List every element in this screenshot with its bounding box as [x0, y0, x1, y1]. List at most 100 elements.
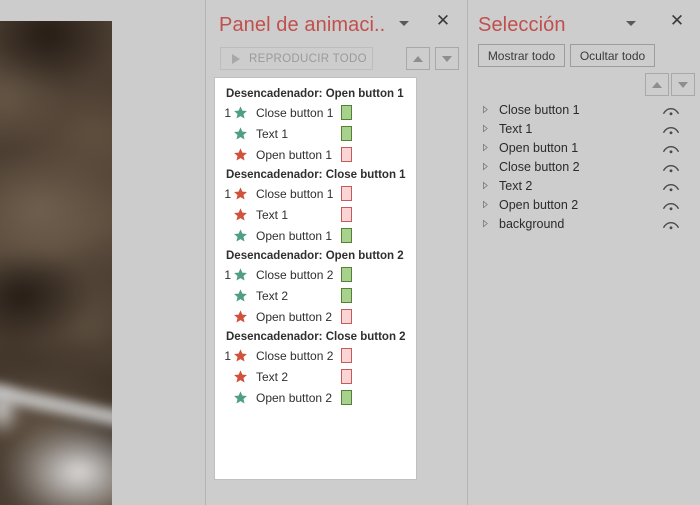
app-window: Panel de animaci.. ✕ REPRODUCIR TODO Des…	[0, 0, 700, 505]
animation-item-label: Open button 2	[256, 390, 333, 405]
selection-pane-title: Selección	[478, 14, 566, 36]
arrow-up-icon	[413, 55, 423, 62]
selection-list-item[interactable]: Open button 2	[468, 195, 700, 214]
animation-move-down-button[interactable]	[435, 47, 459, 70]
slide-background-photo	[0, 21, 112, 505]
expand-triangle-icon[interactable]	[482, 120, 491, 138]
chevron-down-icon[interactable]	[623, 15, 639, 31]
animation-order-number: 1	[224, 267, 231, 282]
play-all-label: REPRODUCIR TODO	[249, 52, 367, 65]
animation-row[interactable]: Text 1	[215, 123, 416, 144]
eye-visible-icon[interactable]	[662, 218, 680, 230]
animation-timeline-bar[interactable]	[341, 228, 352, 243]
animation-row[interactable]: Open button 2	[215, 387, 416, 408]
close-icon[interactable]: ✕	[668, 12, 686, 30]
animation-row[interactable]: 1 Close button 1	[215, 183, 416, 204]
entrance-star-icon	[233, 288, 249, 304]
selection-list-item[interactable]: background	[468, 214, 700, 233]
animation-timeline-bar[interactable]	[341, 207, 352, 222]
animation-move-up-button[interactable]	[406, 47, 430, 70]
entrance-star-icon	[233, 267, 249, 283]
animation-order-number: 1	[224, 105, 231, 120]
animation-row[interactable]: Open button 1	[215, 225, 416, 246]
show-all-button[interactable]: Mostrar todo	[478, 44, 565, 67]
selection-object-list: Close button 1 Text 1 Open button 1 Close b…	[468, 100, 700, 233]
slide-canvas-area	[0, 0, 205, 505]
exit-star-icon	[233, 147, 249, 163]
animation-timeline-bar[interactable]	[341, 126, 352, 141]
selection-item-label: Open button 1	[499, 140, 579, 155]
animation-timeline-bar[interactable]	[341, 147, 352, 162]
selection-item-label: Close button 2	[499, 159, 580, 174]
eye-visible-icon[interactable]	[662, 180, 680, 192]
expand-triangle-icon[interactable]	[482, 101, 491, 119]
eye-visible-icon[interactable]	[662, 161, 680, 173]
animation-timeline-bar[interactable]	[341, 309, 352, 324]
entrance-star-icon	[233, 105, 249, 121]
close-icon[interactable]: ✕	[434, 12, 452, 30]
eye-visible-icon[interactable]	[662, 123, 680, 135]
entrance-star-icon	[233, 390, 249, 406]
animation-item-label: Open button 2	[256, 309, 333, 324]
expand-triangle-icon[interactable]	[482, 158, 491, 176]
selection-list-item[interactable]: Open button 1	[468, 138, 700, 157]
animation-row[interactable]: Open button 1	[215, 144, 416, 165]
animation-item-label: Close button 2	[256, 267, 334, 282]
show-all-label: Mostrar todo	[487, 48, 556, 63]
animation-timeline-bar[interactable]	[341, 105, 352, 120]
entrance-star-icon	[233, 228, 249, 244]
exit-star-icon	[233, 348, 249, 364]
selection-item-label: Open button 2	[499, 197, 579, 212]
animation-item-label: Open button 1	[256, 147, 333, 162]
animation-row[interactable]: Text 1	[215, 204, 416, 225]
expand-triangle-icon[interactable]	[482, 177, 491, 195]
animation-timeline-bar[interactable]	[341, 348, 352, 363]
expand-triangle-icon[interactable]	[482, 215, 491, 233]
chevron-down-icon[interactable]	[396, 15, 412, 31]
animation-row[interactable]: Text 2	[215, 285, 416, 306]
animation-timeline-bar[interactable]	[341, 369, 352, 384]
animation-group-list: Desencadenador: Open button 1 1 Close butt…	[215, 78, 416, 408]
selection-item-label: Close button 1	[499, 102, 580, 117]
selection-list-item[interactable]: Close button 1	[468, 100, 700, 119]
animation-timeline-bar[interactable]	[341, 390, 352, 405]
animation-item-label: Text 1	[256, 126, 289, 141]
animation-trigger-header: Desencadenador: Open button 2	[226, 250, 404, 262]
expand-triangle-icon[interactable]	[482, 196, 491, 214]
animation-timeline-bar[interactable]	[341, 267, 352, 282]
animation-list-card: Desencadenador: Open button 1 1 Close butt…	[215, 78, 416, 479]
animation-item-label: Text 2	[256, 369, 289, 384]
selection-item-label: background	[499, 216, 565, 231]
animation-item-label: Close button 2	[256, 348, 334, 363]
selection-list-item[interactable]: Text 1	[468, 119, 700, 138]
selection-move-up-button[interactable]	[645, 73, 669, 96]
animation-row[interactable]: 1 Close button 2	[215, 264, 416, 285]
animation-timeline-bar[interactable]	[341, 186, 352, 201]
selection-list-item[interactable]: Close button 2	[468, 157, 700, 176]
expand-triangle-icon[interactable]	[482, 139, 491, 157]
animation-item-label: Open button 1	[256, 228, 333, 243]
animation-order-number: 1	[224, 186, 231, 201]
animation-pane: Panel de animaci.. ✕ REPRODUCIR TODO Des…	[206, 0, 467, 505]
hide-all-button[interactable]: Ocultar todo	[570, 44, 655, 67]
eye-visible-icon[interactable]	[662, 142, 680, 154]
animation-trigger-group: Desencadenador: Close button 2 1 Close but…	[215, 331, 416, 408]
animation-item-label: Close button 1	[256, 105, 334, 120]
animation-trigger-group: Desencadenador: Open button 1 1 Close butt…	[215, 88, 416, 165]
animation-row[interactable]: 1 Close button 1	[215, 102, 416, 123]
play-all-button[interactable]: REPRODUCIR TODO	[220, 47, 373, 70]
selection-item-label: Text 1	[499, 121, 533, 136]
eye-visible-icon[interactable]	[662, 104, 680, 116]
animation-trigger-header: Desencadenador: Close button 2	[226, 331, 406, 343]
selection-list-item[interactable]: Text 2	[468, 176, 700, 195]
selection-move-down-button[interactable]	[671, 73, 695, 96]
animation-row[interactable]: Open button 2	[215, 306, 416, 327]
animation-item-label: Text 2	[256, 288, 289, 303]
arrow-up-icon	[652, 81, 662, 88]
eye-visible-icon[interactable]	[662, 199, 680, 211]
animation-row[interactable]: 1 Close button 2	[215, 345, 416, 366]
animation-trigger-header: Desencadenador: Close button 1	[226, 169, 406, 181]
play-icon	[232, 53, 240, 64]
animation-timeline-bar[interactable]	[341, 288, 352, 303]
animation-row[interactable]: Text 2	[215, 366, 416, 387]
